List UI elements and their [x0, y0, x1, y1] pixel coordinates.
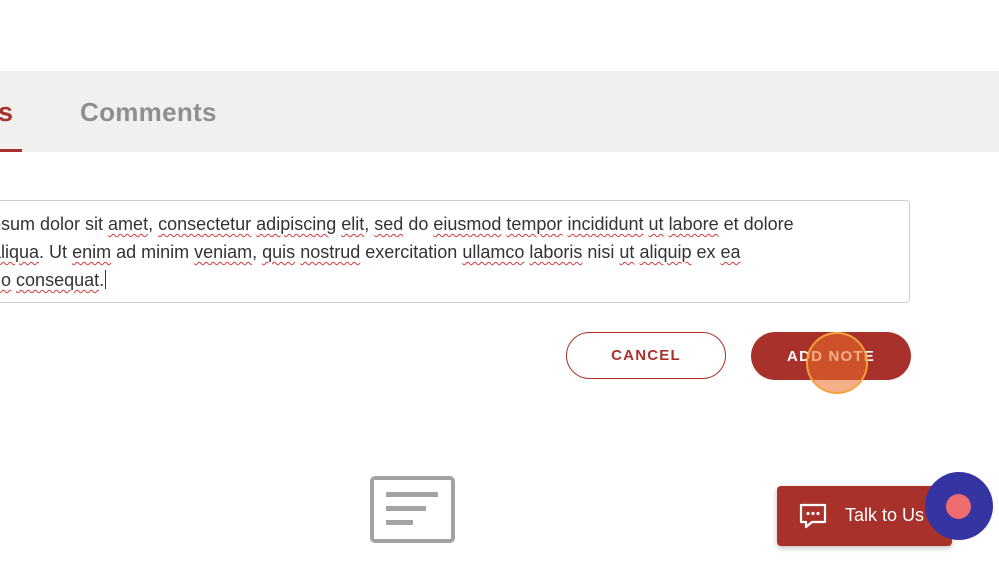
click-indicator	[806, 332, 868, 394]
chat-message-icon	[799, 503, 827, 529]
tab-comments[interactable]: Comments	[80, 96, 217, 128]
chat-launcher-bubble[interactable]	[925, 472, 993, 540]
notes-page: s Comments osum dolor sit amet, consecte…	[0, 0, 999, 562]
note-textarea[interactable]: osum dolor sit amet, consectetur adipisc…	[0, 200, 910, 303]
note-line-2: aliqua. Ut enim ad minim veniam, quis no…	[0, 242, 741, 262]
talk-to-us-label: Talk to Us	[845, 505, 925, 525]
notification-dot	[946, 494, 971, 519]
note-line-1: osum dolor sit amet, consectetur adipisc…	[0, 214, 794, 234]
cancel-button[interactable]: CANCEL	[566, 332, 726, 379]
note-line-3: do consequat.	[0, 270, 107, 290]
notes-document-icon	[370, 476, 455, 543]
active-tab-indicator	[0, 149, 22, 152]
tab-notes[interactable]: s	[0, 96, 13, 128]
text-caret	[105, 270, 107, 289]
